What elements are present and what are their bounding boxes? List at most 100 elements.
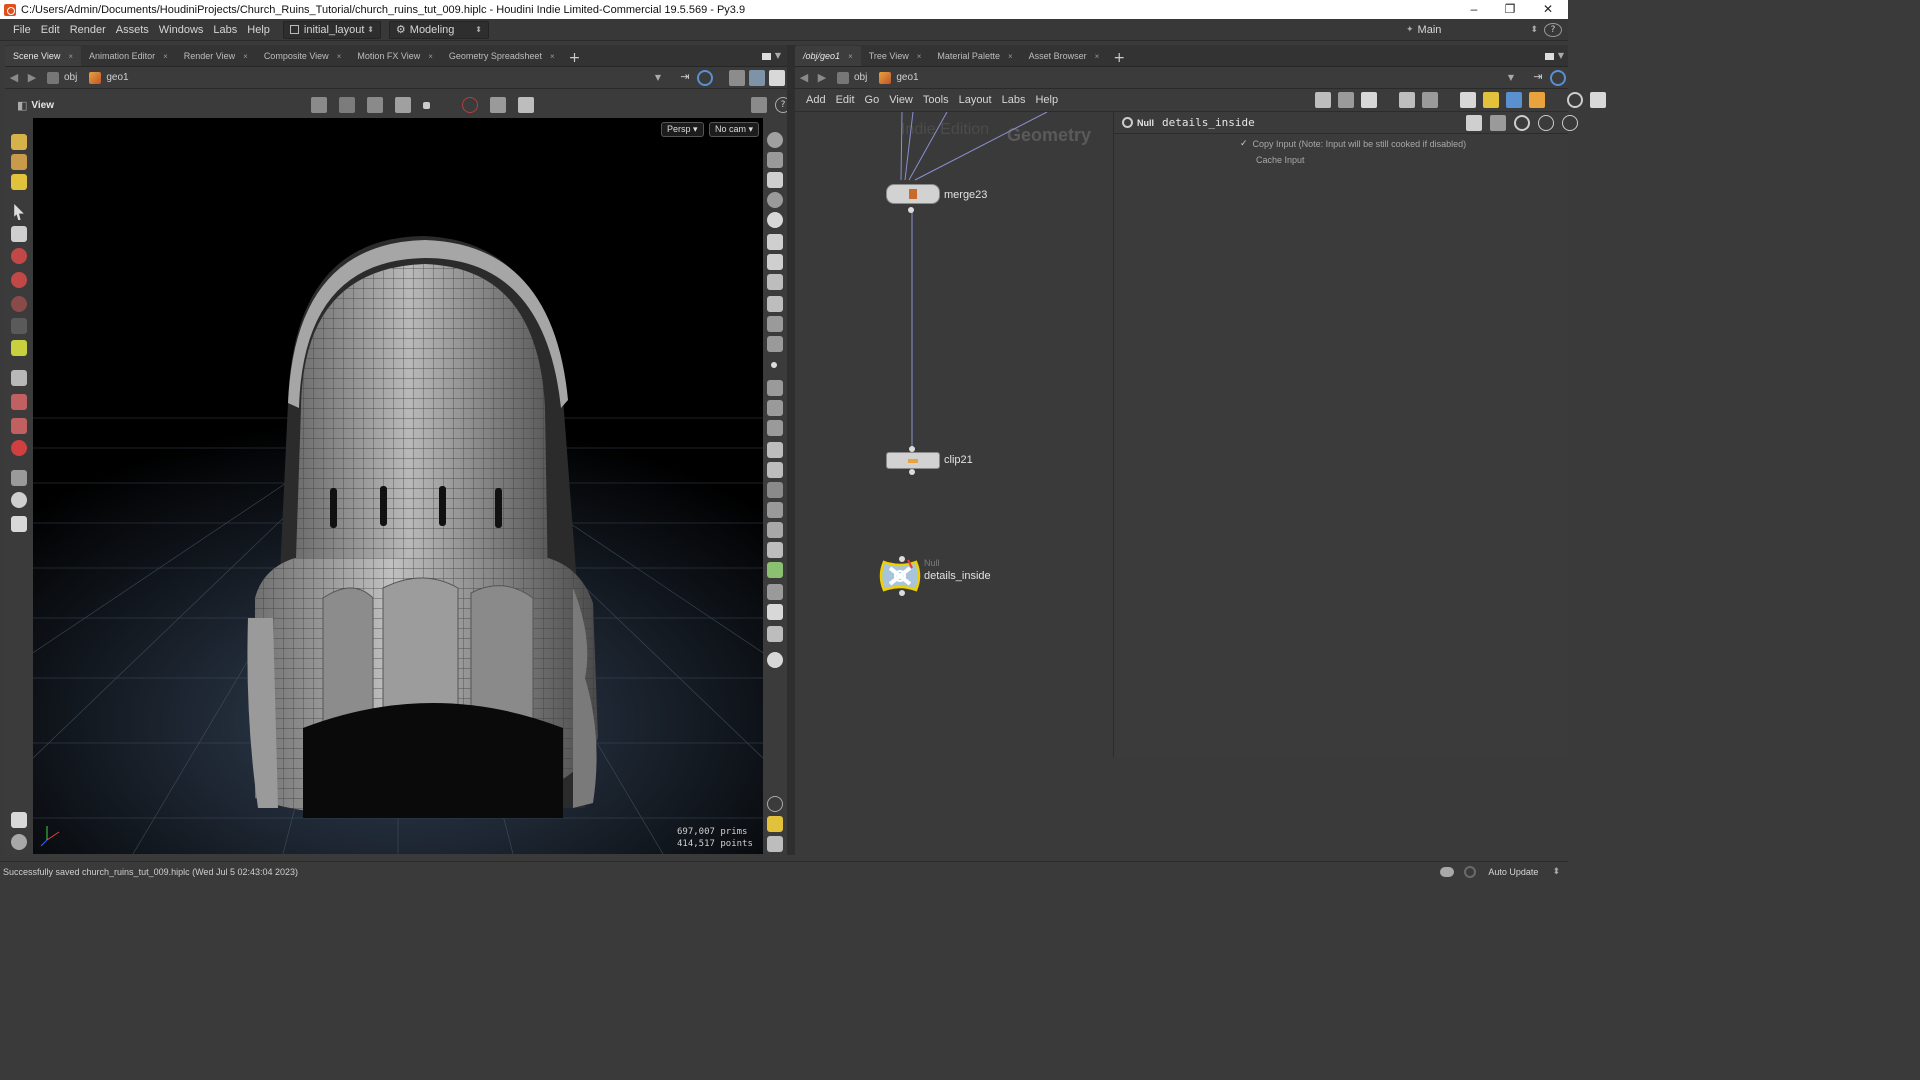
breadcrumb-geo1[interactable]: geo1 xyxy=(873,71,924,84)
move-tool-icon[interactable] xyxy=(11,248,27,264)
tumble-icon[interactable] xyxy=(11,470,27,486)
merge23-node[interactable] xyxy=(886,184,940,204)
shading-icon[interactable] xyxy=(767,212,783,228)
menu-windows[interactable]: Windows xyxy=(154,24,209,36)
view-tool-icon[interactable] xyxy=(11,370,27,386)
network-menu-view[interactable]: View xyxy=(884,94,918,106)
view-options-icon[interactable] xyxy=(749,69,765,86)
tools-icon[interactable] xyxy=(1315,92,1331,108)
snapshot-icon[interactable] xyxy=(767,836,783,852)
network-box-icon[interactable] xyxy=(1529,92,1545,108)
path-dropdown-icon[interactable]: ▼ xyxy=(655,73,661,82)
screenshot-icon[interactable] xyxy=(518,97,534,113)
grid-icon[interactable] xyxy=(1399,92,1415,108)
network-menu-tools[interactable]: Tools xyxy=(918,94,954,106)
network-menu-labs[interactable]: Labs xyxy=(997,94,1031,106)
tab-material-palette[interactable]: Material Palette × xyxy=(929,46,1020,66)
snap-icon[interactable] xyxy=(311,97,327,113)
visibility-icon[interactable] xyxy=(767,132,783,148)
tab-asset-browser[interactable]: Asset Browser × xyxy=(1021,46,1108,66)
tab-motion-fx-view[interactable]: Motion FX View × xyxy=(349,46,441,66)
rotate-tool-icon[interactable] xyxy=(11,272,27,288)
link-icon[interactable] xyxy=(697,69,713,86)
display-options-icon[interactable] xyxy=(751,97,767,113)
menu-labs[interactable]: Labs xyxy=(208,24,242,36)
screenshot-icon[interactable] xyxy=(1590,92,1606,108)
uv-icon[interactable] xyxy=(767,522,783,538)
cloud-icon[interactable] xyxy=(1440,867,1455,877)
merge23-output-connector[interactable] xyxy=(908,207,914,213)
persp-camera-button[interactable]: Persp ▾ xyxy=(661,122,704,137)
menu-help[interactable]: Help xyxy=(242,24,275,36)
vector-icon[interactable] xyxy=(767,442,783,458)
gear-icon[interactable] xyxy=(1466,114,1482,131)
menu-assets[interactable]: Assets xyxy=(111,24,154,36)
flipbook-icon[interactable] xyxy=(490,97,506,113)
network-menu-help[interactable]: Help xyxy=(1030,94,1063,106)
spot-light-icon[interactable] xyxy=(767,274,783,290)
persp-icon[interactable] xyxy=(11,492,27,508)
normals-icon[interactable] xyxy=(767,380,783,396)
flag-icon[interactable] xyxy=(1460,92,1476,108)
network-menu-go[interactable]: Go xyxy=(860,94,885,106)
cache-input-toggle[interactable]: Cache Input xyxy=(1256,155,1305,165)
close-tab-icon[interactable]: × xyxy=(68,52,73,61)
pane-menu-icon[interactable]: ▼ xyxy=(1558,51,1564,60)
scale-tool-icon[interactable] xyxy=(11,296,27,312)
list-icon[interactable] xyxy=(1361,92,1377,108)
pen-icon[interactable] xyxy=(767,400,783,416)
menu-file[interactable]: File xyxy=(8,24,36,36)
breadcrumb-geo1[interactable]: geo1 xyxy=(83,71,134,84)
clip21-node[interactable] xyxy=(886,452,940,469)
display-geo-icon[interactable] xyxy=(767,152,783,168)
link-icon[interactable] xyxy=(1550,69,1566,86)
snap-grid-icon[interactable] xyxy=(1422,92,1438,108)
help-h-icon[interactable] xyxy=(1490,114,1506,131)
clip21-output-connector[interactable] xyxy=(909,469,915,475)
eye-icon[interactable] xyxy=(11,834,27,850)
path-dropdown-icon[interactable]: ▼ xyxy=(1508,73,1514,82)
stop-icon[interactable] xyxy=(423,101,430,109)
copy-input-toggle[interactable]: ✓ Copy Input (Note: Input will be still … xyxy=(1240,138,1466,149)
close-tab-icon[interactable]: × xyxy=(917,52,922,61)
back-arrow-icon[interactable]: ◀ xyxy=(5,71,23,84)
brush-bottom-icon[interactable] xyxy=(11,812,27,828)
ghost-icon[interactable] xyxy=(767,296,783,312)
chevron-updown-icon[interactable]: ⬍ xyxy=(1552,867,1560,877)
help-icon[interactable]: ? xyxy=(1544,22,1562,37)
transform-icon[interactable] xyxy=(367,97,383,113)
sculpt-tool-icon[interactable] xyxy=(11,154,27,170)
magnet-snap-icon[interactable] xyxy=(11,440,27,456)
tab-composite-view[interactable]: Composite View × xyxy=(256,46,350,66)
network-editor[interactable]: Indie Edition Geometry merge23 clip21 Nu… xyxy=(797,112,1113,854)
tab-tree-view[interactable]: Tree View × xyxy=(861,46,930,66)
desktop-icon[interactable] xyxy=(729,69,745,86)
network-menu-layout[interactable]: Layout xyxy=(954,94,997,106)
bulb-icon[interactable] xyxy=(767,234,783,250)
search-icon[interactable] xyxy=(1567,92,1583,108)
home-view-icon[interactable] xyxy=(11,516,27,532)
select-icon[interactable] xyxy=(339,97,355,113)
desktop-dropdown[interactable]: ⚙ Modeling ⬍ xyxy=(388,20,489,39)
layer-icon[interactable] xyxy=(767,542,783,558)
point-display-icon[interactable] xyxy=(771,362,777,368)
menu-render[interactable]: Render xyxy=(65,24,111,36)
tab-animation-editor[interactable]: Animation Editor × xyxy=(81,46,176,66)
camera-icon[interactable] xyxy=(395,97,411,113)
lock-icon[interactable] xyxy=(11,226,27,242)
tab-geometry-spreadsheet[interactable]: Geometry Spreadsheet × xyxy=(441,46,563,66)
measure-icon[interactable] xyxy=(767,584,783,600)
info-icon[interactable] xyxy=(767,796,783,812)
background-image-icon[interactable] xyxy=(1506,92,1522,108)
restore-button[interactable]: ❐ xyxy=(1492,0,1528,19)
template-icon[interactable] xyxy=(767,336,783,352)
pin-icon[interactable]: ⇥ xyxy=(1530,70,1546,86)
breadcrumb-obj[interactable]: obj xyxy=(831,71,873,84)
info-icon[interactable] xyxy=(1538,114,1554,131)
prim-icon[interactable] xyxy=(767,502,783,518)
no-cam-button[interactable]: No cam ▾ xyxy=(709,122,760,137)
node-name-field[interactable]: details_inside xyxy=(1162,116,1255,129)
grid-layout-icon[interactable] xyxy=(767,816,783,832)
breadcrumb-obj[interactable]: obj xyxy=(41,71,83,84)
forward-arrow-icon[interactable]: ▶ xyxy=(813,71,831,84)
